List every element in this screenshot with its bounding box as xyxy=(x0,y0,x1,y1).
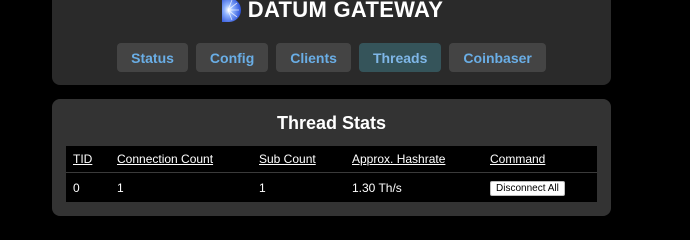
tab-coinbaser[interactable]: Coinbaser xyxy=(449,43,546,72)
column-header-command[interactable]: Command xyxy=(483,146,597,173)
thread-stats-panel: Thread Stats TID Connection Count Sub Co… xyxy=(52,99,611,216)
tab-threads[interactable]: Threads xyxy=(358,43,442,72)
column-header-connection-count[interactable]: Connection Count xyxy=(110,146,252,173)
cell-hashrate: 1.30 Th/s xyxy=(352,180,402,195)
column-header-sub-count[interactable]: Sub Count xyxy=(252,146,345,173)
thread-stats-title: Thread Stats xyxy=(276,113,387,133)
thread-stats-table: TID Connection Count Sub Count Approx. H… xyxy=(66,146,597,202)
column-header-approx-hashrate[interactable]: Approx. Hashrate xyxy=(345,146,483,173)
datum-logo-icon xyxy=(221,0,241,22)
cell-tid: 0 xyxy=(73,180,80,195)
disconnect-all-button[interactable]: Disconnect All xyxy=(490,180,565,196)
tab-status[interactable]: Status xyxy=(117,43,188,72)
table-header-row: TID Connection Count Sub Count Approx. H… xyxy=(66,146,597,173)
cell-command: Disconnect All xyxy=(483,173,597,203)
column-header-tid[interactable]: TID xyxy=(66,146,110,173)
app-title: DATUM GATEWAY xyxy=(247,0,444,22)
table-row: 0 1 1 1.30 Th/s Disconnect All xyxy=(66,173,597,203)
header-panel: DATUM GATEWAY Status Config Clients Thre… xyxy=(52,0,611,85)
main-nav: Status Config Clients Threads Coinbaser xyxy=(52,43,611,72)
tab-clients[interactable]: Clients xyxy=(276,43,351,72)
brand: DATUM GATEWAY xyxy=(52,0,611,25)
tab-config[interactable]: Config xyxy=(195,43,269,72)
cell-sub-count: 1 xyxy=(259,180,266,195)
cell-connection-count: 1 xyxy=(117,180,124,195)
